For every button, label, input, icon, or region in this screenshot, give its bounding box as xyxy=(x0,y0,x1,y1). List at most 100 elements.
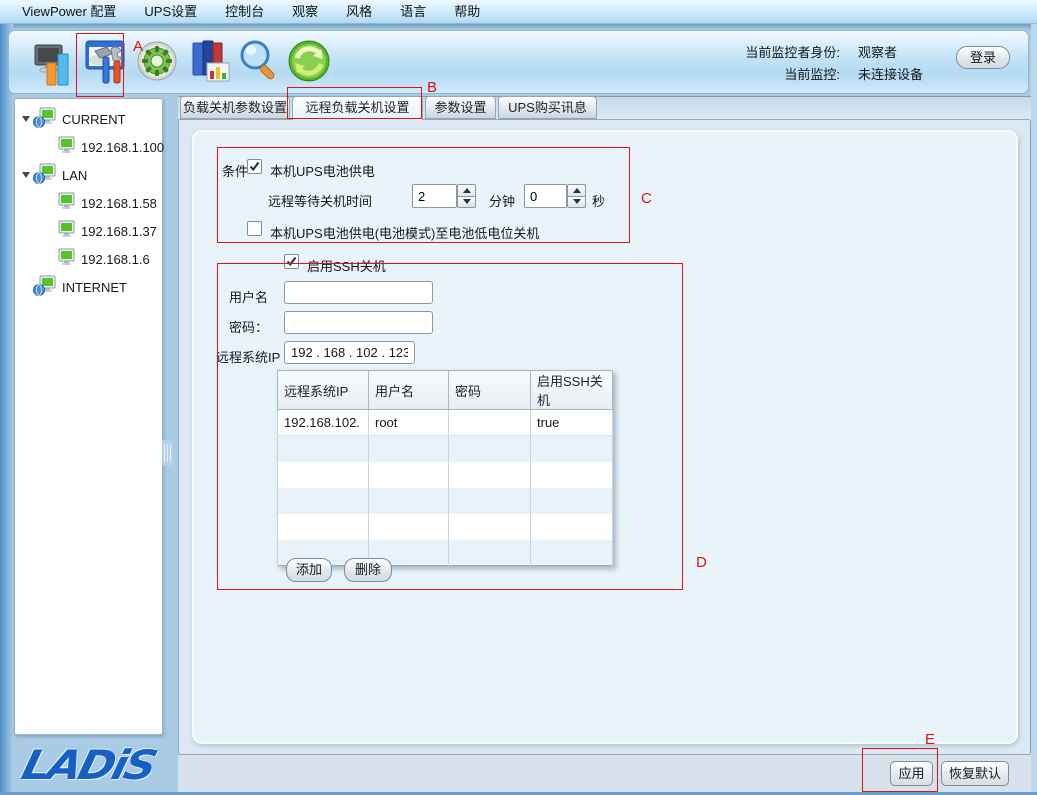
tree-node-label: LAN xyxy=(62,168,87,183)
tree-node-label: 192.168.1.100 xyxy=(81,140,164,155)
wait-seconds-input[interactable] xyxy=(524,184,567,208)
monitor-status-area: 当前监控者身份: 观察者 登录 当前监控: 未连接设备 xyxy=(710,40,1010,84)
col-header-username: 用户名 xyxy=(369,371,449,410)
tree-node-lan[interactable]: LAN xyxy=(15,161,162,189)
tree-node-label: 192.168.1.37 xyxy=(81,224,157,239)
delete-button[interactable]: 删除 xyxy=(344,558,392,582)
remote-wait-shutdown-time-label: 远程等待关机时间 xyxy=(268,191,372,210)
menu-help[interactable]: 帮助 xyxy=(440,0,494,24)
minutes-label: 分钟 xyxy=(489,191,515,210)
cell-username: root xyxy=(369,410,449,436)
menu-divider-strip xyxy=(0,24,1037,29)
window-left-edge xyxy=(0,24,13,795)
computer-icon xyxy=(57,220,76,243)
spin-down-button[interactable] xyxy=(567,196,586,209)
viewpower-window: ViewPower 配置 UPS设置 控制台 观察 风格 语言 帮助 xyxy=(0,0,1037,795)
login-button[interactable]: 登录 xyxy=(956,46,1010,69)
cell-enable-ssh: true xyxy=(531,410,613,436)
computer-icon xyxy=(57,136,76,159)
tab-load-shutdown-params[interactable]: 负载关机参数设置 xyxy=(180,96,290,119)
battery-low-shutdown-label: 本机UPS电池供电(电池模式)至电池低电位关机 xyxy=(270,223,539,242)
table-empty-row xyxy=(278,436,613,462)
monitor-status-icon[interactable] xyxy=(31,33,75,91)
computer-icon xyxy=(57,248,76,271)
current-monitor-value: 未连接设备 xyxy=(858,64,923,83)
col-header-enable-ssh: 启用SSH关机 xyxy=(531,371,613,410)
computer-icon xyxy=(57,192,76,215)
tree-node-current[interactable]: CURRENT xyxy=(15,105,162,133)
collapse-arrow-icon[interactable] xyxy=(21,114,31,124)
remote-system-ip-label: 远程系统IP xyxy=(216,347,280,366)
battery-low-shutdown-checkbox[interactable] xyxy=(247,221,262,236)
tree-node-device[interactable]: 192.168.1.100 xyxy=(15,133,162,161)
network-computer-icon xyxy=(33,163,57,188)
cell-remote-ip: 192.168.102. xyxy=(278,410,369,436)
spin-up-button[interactable] xyxy=(567,184,586,196)
toolbar: 当前监控者身份: 观察者 登录 当前监控: 未连接设备 xyxy=(8,30,1029,94)
current-monitor-role-value: 观察者 xyxy=(858,42,897,61)
brand-logo: LADiS xyxy=(2,738,175,792)
col-header-remote-ip: 远程系统IP xyxy=(278,371,369,410)
menu-bar: ViewPower 配置 UPS设置 控制台 观察 风格 语言 帮助 xyxy=(0,0,1037,24)
restore-defaults-button[interactable]: 恢复默认 xyxy=(941,761,1009,786)
cell-password xyxy=(449,410,531,436)
tab-ups-purchase-info[interactable]: UPS购买讯息 xyxy=(498,96,597,119)
ssh-targets-table: 远程系统IP 用户名 密码 启用SSH关机 192.168.102. root … xyxy=(277,370,613,566)
menu-style[interactable]: 风格 xyxy=(332,0,386,24)
spin-down-button[interactable] xyxy=(457,196,476,209)
collapse-arrow-icon[interactable] xyxy=(21,170,31,180)
tree-node-internet[interactable]: INTERNET xyxy=(15,273,162,301)
tree-node-device[interactable]: 192.168.1.6 xyxy=(15,245,162,273)
window-right-edge xyxy=(1031,24,1037,795)
remote-system-ip-input[interactable] xyxy=(284,341,415,364)
menu-language[interactable]: 语言 xyxy=(386,0,440,24)
device-settings-icon[interactable] xyxy=(83,33,127,91)
ups-battery-power-label: 本机UPS电池供电 xyxy=(270,161,375,180)
menu-view[interactable]: 观察 xyxy=(278,0,332,24)
tree-node-label: 192.168.1.6 xyxy=(81,252,150,267)
enable-ssh-shutdown-label: 启用SSH关机 xyxy=(307,256,386,275)
tree-node-label: 192.168.1.58 xyxy=(81,196,157,211)
refresh-icon[interactable] xyxy=(287,33,331,91)
condition-label: 条件 xyxy=(222,161,248,180)
tree-node-device[interactable]: 192.168.1.37 xyxy=(15,217,162,245)
current-monitor-role-label: 当前监控者身份: xyxy=(710,42,840,61)
table-empty-row xyxy=(278,488,613,514)
tree-node-label: INTERNET xyxy=(62,280,127,295)
menu-ups-settings[interactable]: UPS设置 xyxy=(130,0,211,24)
gear-icon[interactable] xyxy=(135,33,179,91)
network-computer-icon xyxy=(33,275,57,300)
wait-minutes-stepper xyxy=(457,184,476,208)
apply-button[interactable]: 应用 xyxy=(890,761,933,786)
seconds-label: 秒 xyxy=(592,191,605,210)
ups-battery-power-checkbox[interactable] xyxy=(247,159,262,174)
menu-console[interactable]: 控制台 xyxy=(211,0,278,24)
password-label: 密码： xyxy=(229,317,268,336)
tree-node-label: CURRENT xyxy=(62,112,126,127)
tab-bar: 负载关机参数设置 远程负载关机设置 参数设置 UPS购买讯息 xyxy=(180,96,599,120)
enable-ssh-shutdown-checkbox[interactable] xyxy=(284,254,299,269)
username-input[interactable] xyxy=(284,281,433,304)
library-report-icon[interactable] xyxy=(187,33,231,91)
brand-logo-text: LADiS xyxy=(17,742,159,789)
current-monitor-label: 当前监控: xyxy=(710,64,840,83)
add-button[interactable]: 添加 xyxy=(286,558,332,582)
spin-up-button[interactable] xyxy=(457,184,476,196)
password-input[interactable] xyxy=(284,311,433,334)
table-row[interactable]: 192.168.102. root true xyxy=(278,410,613,436)
tab-remote-load-shutdown[interactable]: 远程负载关机设置 xyxy=(292,96,423,120)
table-empty-row xyxy=(278,462,613,488)
menu-viewpower-config[interactable]: ViewPower 配置 xyxy=(8,0,130,24)
username-label: 用户名 xyxy=(229,287,268,306)
search-icon[interactable] xyxy=(237,33,281,91)
wait-seconds-stepper xyxy=(567,184,586,208)
col-header-password: 密码 xyxy=(449,371,531,410)
network-computer-icon xyxy=(33,107,57,132)
tab-parameter-settings[interactable]: 参数设置 xyxy=(425,96,496,119)
wait-minutes-input[interactable] xyxy=(412,184,457,208)
tree-node-device[interactable]: 192.168.1.58 xyxy=(15,189,162,217)
table-empty-row xyxy=(278,514,613,540)
panel-splitter-handle[interactable] xyxy=(162,440,173,466)
device-tree-panel: CURRENT 192.168.1.100 xyxy=(14,98,163,735)
table-header-row: 远程系统IP 用户名 密码 启用SSH关机 xyxy=(278,371,613,410)
